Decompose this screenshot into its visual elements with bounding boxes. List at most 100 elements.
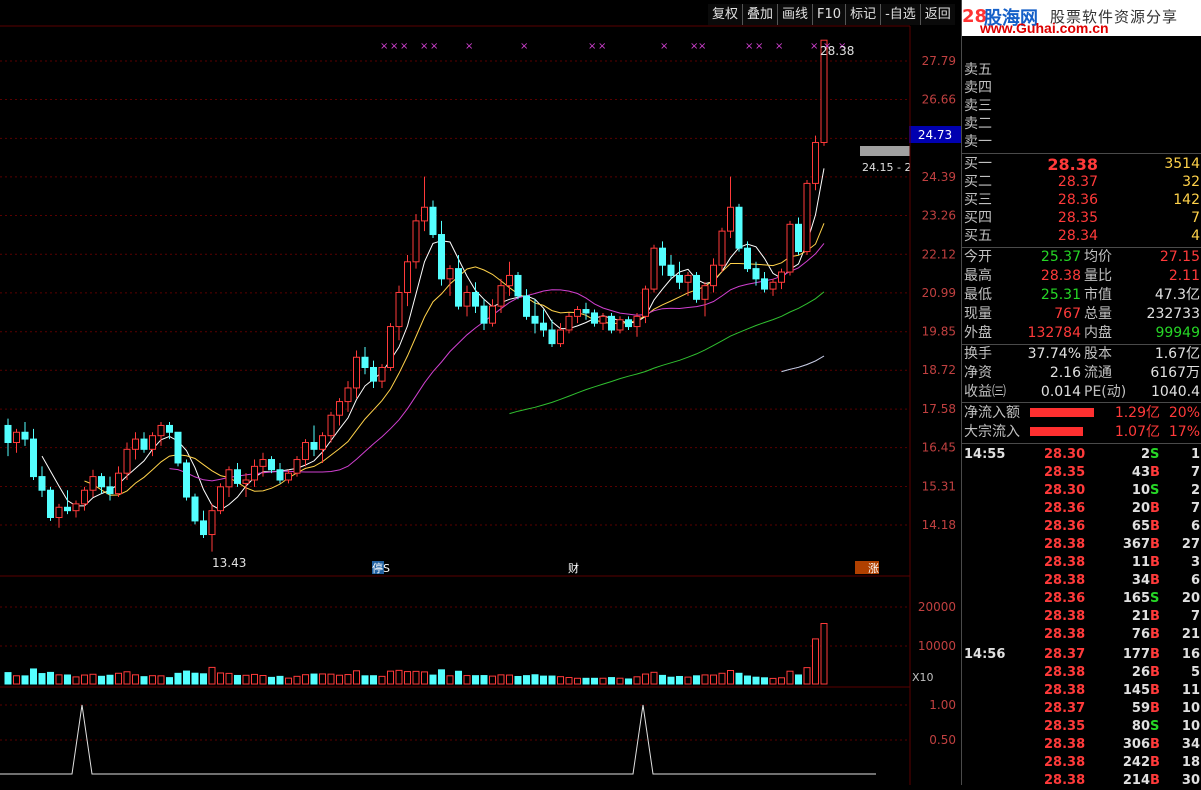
tick-row[interactable]: 28.30 10 S 2: [962, 482, 1201, 500]
stat-label: 现量: [964, 306, 992, 322]
candle-body: [64, 506, 71, 512]
sell-level-label: 卖三: [964, 98, 992, 114]
toolbar-mark-button[interactable]: 标记: [845, 4, 881, 25]
divider: [962, 402, 1201, 403]
tick-price: 28.38: [1044, 665, 1086, 680]
candle-body: [276, 469, 284, 481]
buy-price: 28.37: [1057, 174, 1098, 190]
tick-row[interactable]: 28.38 76 B 21: [962, 626, 1201, 644]
stat-label: 净资: [964, 365, 992, 381]
candle-body: [115, 472, 122, 495]
tick-row[interactable]: 14:56 28.37 177 B 16: [962, 646, 1201, 664]
candle-body: [633, 315, 641, 328]
buy-volume: 3514: [1164, 156, 1200, 172]
tick-row[interactable]: 28.38 306 B 34: [962, 736, 1201, 754]
tick-row[interactable]: 28.35 43 B 7: [962, 464, 1201, 482]
stat-value: 232733: [1146, 306, 1200, 322]
buy-volume: 142: [1173, 192, 1200, 208]
tick-volume: 20: [1131, 501, 1150, 516]
stat-value: 2.11: [1168, 268, 1200, 284]
tick-row[interactable]: 28.35 80 S 10: [962, 718, 1201, 736]
toolbar-f10-button[interactable]: F10: [812, 4, 846, 25]
tick-volume: 242: [1122, 755, 1150, 770]
stat-label: 今开: [964, 249, 992, 265]
tick-price: 28.37: [1044, 701, 1086, 716]
event-marker-limit-up: 涨: [868, 562, 879, 575]
low-price-label: 13.43: [212, 556, 246, 570]
tick-row[interactable]: 28.38 145 B 11: [962, 682, 1201, 700]
tick-row[interactable]: 28.38 11 B 3: [962, 554, 1201, 572]
tick-row[interactable]: 28.37 59 B 10: [962, 700, 1201, 718]
toolbar-fuquan-button[interactable]: 复权: [708, 4, 743, 25]
candle-body: [387, 326, 394, 368]
quote-row: 现量 767 总量 232733: [962, 305, 1201, 324]
event-marker: ×: [698, 41, 706, 52]
stat-value: 27.15: [1159, 249, 1200, 265]
tick-row[interactable]: 28.36 165 S 20: [962, 590, 1201, 608]
price-axis-label: 20.99: [922, 286, 956, 300]
volume-bar: [625, 678, 632, 685]
candle-body: [752, 268, 760, 280]
volume-bar: [820, 623, 828, 685]
stat-label: 换手: [964, 346, 992, 362]
candle-body: [98, 476, 105, 488]
event-marker: ×: [598, 41, 606, 52]
volume-bar: [276, 675, 284, 685]
tick-row[interactable]: 28.36 65 B 6: [962, 518, 1201, 536]
event-marker: ×: [380, 41, 388, 52]
candle-body: [650, 247, 658, 290]
tick-price: 28.30: [1044, 483, 1086, 498]
tick-row[interactable]: 28.38 367 B 27: [962, 536, 1201, 554]
tick-side: S: [1150, 719, 1160, 734]
tick-volume: 21: [1131, 609, 1150, 624]
volume-bar: [795, 674, 802, 685]
toolbar-remove-watchlist-button[interactable]: -自选: [880, 4, 920, 25]
tick-volume: 26: [1131, 665, 1150, 680]
candle-body: [514, 274, 522, 297]
candle-body: [676, 274, 683, 283]
event-marker: ×: [660, 41, 668, 52]
tick-count: 21: [1181, 627, 1200, 642]
tick-row[interactable]: 28.38 242 B 18: [962, 754, 1201, 772]
tick-count: 18: [1181, 755, 1200, 770]
chart-area[interactable]: ××××××××××××××××××停S财涨 27.7926.6625.5224…: [0, 0, 961, 785]
tick-count: 2: [1190, 483, 1200, 498]
tick-row[interactable]: 14:55 28.30 2 S 1: [962, 446, 1201, 464]
volume-bar: [531, 674, 539, 685]
volume-bar: [361, 675, 369, 685]
toolbar-draw-line-button[interactable]: 画线: [777, 4, 813, 25]
tick-row[interactable]: 28.38 26 B 5: [962, 664, 1201, 682]
candle-body: [353, 356, 360, 389]
candle-body: [310, 441, 318, 450]
toolbar-overlay-button[interactable]: 叠加: [742, 4, 778, 25]
tick-row[interactable]: 28.38 214 B 30: [962, 772, 1201, 790]
tick-volume: 80: [1131, 719, 1150, 734]
tick-volume: 11: [1131, 555, 1150, 570]
tick-volume: 65: [1131, 519, 1150, 534]
price-axis-label: 17.58: [922, 402, 956, 416]
tick-row[interactable]: 28.38 34 B 6: [962, 572, 1201, 590]
volume-bar: [81, 674, 88, 685]
volume-bar: [370, 675, 377, 685]
tick-volume: 2: [1140, 447, 1150, 462]
volume-bar: [744, 675, 751, 685]
stat-label: 量比: [1084, 268, 1112, 284]
tick-volume: 43: [1131, 465, 1150, 480]
volume-bar: [786, 670, 794, 685]
tick-side: B: [1150, 647, 1160, 662]
tick-side: B: [1150, 609, 1160, 624]
event-marker: ×: [420, 41, 428, 52]
tick-volume: 214: [1122, 773, 1150, 788]
cursor-price-label: 24.73: [918, 128, 952, 142]
volume-bar: [319, 673, 326, 685]
tick-row[interactable]: 28.38 21 B 7: [962, 608, 1201, 626]
candle-body: [174, 431, 182, 464]
volume-bar: [174, 672, 182, 685]
candle-body: [336, 401, 343, 416]
price-axis-label: 22.12: [922, 247, 956, 261]
quote-row: 净资 2.16 流通 6167万: [962, 364, 1201, 383]
candle-body: [132, 438, 139, 450]
volume-bar: [667, 676, 675, 685]
toolbar-back-button[interactable]: 返回: [919, 4, 955, 25]
tick-row[interactable]: 28.36 20 B 7: [962, 500, 1201, 518]
